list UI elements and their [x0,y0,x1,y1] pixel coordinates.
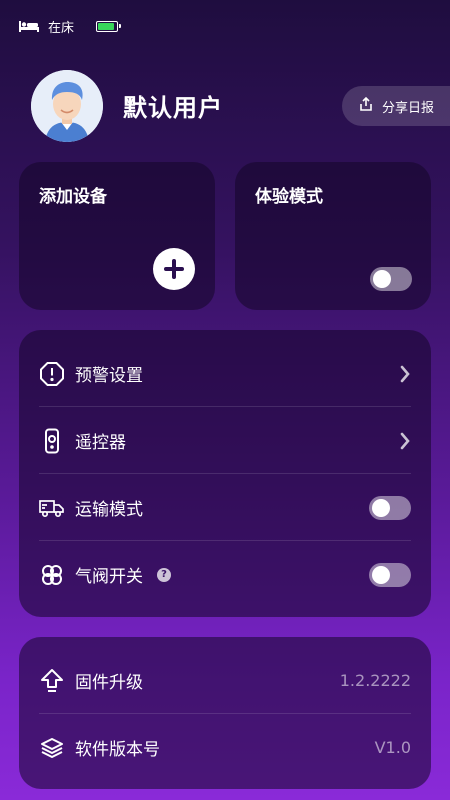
chevron-right-icon [399,365,411,383]
list-item-label: 气阀开关 [75,567,143,587]
status-bar: 在床 [18,14,122,38]
plus-icon [164,259,184,279]
share-icon [358,96,374,116]
firmware-version-value: 1.2.2222 [339,671,411,690]
valve-switch-toggle[interactable] [369,562,411,587]
transport-mode-toggle[interactable] [369,495,411,520]
experience-mode-title: 体验模式 [255,187,323,207]
list-item-valve-switch: 气阀开关 ? [39,541,411,608]
alert-icon [39,361,65,387]
share-report-label: 分享日报 [382,100,435,116]
share-report-button[interactable]: 分享日报 [342,86,450,126]
experience-mode-card: 体验模式 [235,162,431,310]
list-item-label: 运输模式 [75,500,143,520]
layers-icon [39,735,65,761]
add-device-card[interactable]: 添加设备 [19,162,215,310]
experience-mode-toggle[interactable] [370,267,412,291]
settings-card: 预警设置 遥控器 运输模式 气阀开关 ? [19,330,431,617]
help-icon[interactable]: ? [157,567,171,582]
truck-icon [39,495,65,521]
list-item-label: 固件升级 [75,673,143,693]
list-item-label: 预警设置 [75,366,143,386]
add-device-button[interactable] [153,248,195,290]
list-item-label: 遥控器 [75,433,126,453]
bed-status-text: 在床 [48,20,75,36]
bed-icon [18,19,40,33]
list-item-firmware-upgrade[interactable]: 固件升级 1.2.2222 [39,647,411,714]
info-card: 固件升级 1.2.2222 软件版本号 V1.0 [19,637,431,789]
valve-icon [39,562,65,588]
battery-icon [96,20,122,32]
add-device-title: 添加设备 [39,187,107,207]
username: 默认用户 [123,94,223,122]
list-item-label: 软件版本号 [75,740,160,760]
upgrade-icon [39,668,65,694]
remote-icon [39,428,65,454]
software-version-value: V1.0 [374,738,411,757]
list-item-software-version: 软件版本号 V1.0 [39,714,411,781]
list-item-remote-control[interactable]: 遥控器 [39,407,411,474]
list-item-alert-settings[interactable]: 预警设置 [39,340,411,407]
avatar[interactable] [31,70,103,142]
chevron-right-icon [399,432,411,450]
list-item-transport-mode: 运输模式 [39,474,411,541]
